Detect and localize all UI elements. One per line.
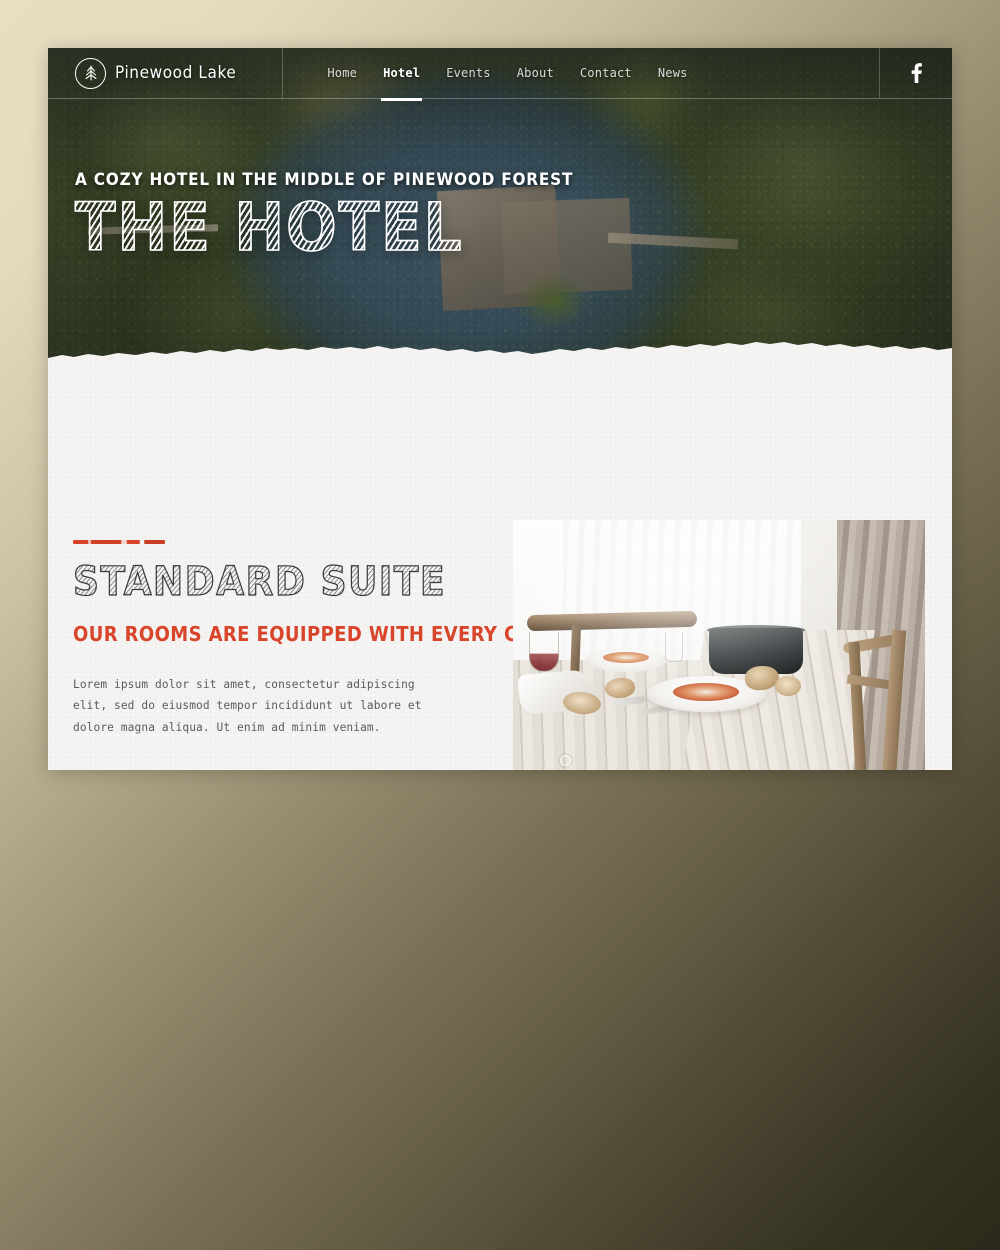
- suite-photo[interactable]: [513, 520, 925, 770]
- suite-text-block: STANDARD SUITE OUR ROOMS ARE EQUIPPED WI…: [72, 540, 607, 739]
- section-subtitle: OUR ROOMS ARE EQUIPPED WITH EVERY COMFOR…: [73, 621, 607, 646]
- hero-text-block: A COZY HOTEL IN THE MIDDLE OF PINEWOOD F…: [74, 170, 574, 261]
- website-page: Pinewood Lake Home Hotel Events About Co…: [48, 48, 952, 770]
- content-section: STANDARD SUITE OUR ROOMS ARE EQUIPPED WI…: [48, 360, 952, 770]
- site-header: Pinewood Lake Home Hotel Events About Co…: [48, 48, 952, 101]
- nav-item-news[interactable]: News: [656, 62, 690, 84]
- pine-tree-icon: [75, 57, 106, 89]
- photo-wine-glass: [529, 632, 559, 672]
- gallery-dot-icon[interactable]: [560, 755, 571, 766]
- photo-back-bowl-food: [603, 652, 649, 663]
- header-bottom-rule: [48, 98, 952, 99]
- brand-logo-link[interactable]: Pinewood Lake: [75, 57, 237, 89]
- nav-item-hotel[interactable]: Hotel: [381, 62, 423, 101]
- accent-rule: [73, 540, 165, 544]
- brand-name: Pinewood Lake: [115, 63, 237, 83]
- suite-photo-scene: [513, 520, 925, 770]
- photo-water-glass: [665, 632, 683, 662]
- section-title: STANDARD SUITE: [72, 561, 473, 604]
- main-navigation: Home Hotel Events About Contact News: [325, 62, 690, 101]
- nav-item-about[interactable]: About: [515, 62, 556, 84]
- hero-title: THE HOTEL: [74, 194, 573, 261]
- hero-kicker: A COZY HOTEL IN THE MIDDLE OF PINEWOOD F…: [75, 170, 574, 190]
- nav-item-contact[interactable]: Contact: [578, 62, 634, 84]
- nav-item-home[interactable]: Home: [325, 62, 359, 84]
- nav-item-events[interactable]: Events: [444, 62, 493, 84]
- hero-section: Pinewood Lake Home Hotel Events About Co…: [48, 48, 952, 360]
- photo-front-bowl-food: [673, 683, 739, 701]
- facebook-icon[interactable]: [880, 48, 952, 98]
- header-divider-left: [282, 48, 283, 98]
- section-body: Lorem ipsum dolor sit amet, consectetur …: [73, 677, 422, 735]
- photo-bread-piece: [775, 676, 801, 696]
